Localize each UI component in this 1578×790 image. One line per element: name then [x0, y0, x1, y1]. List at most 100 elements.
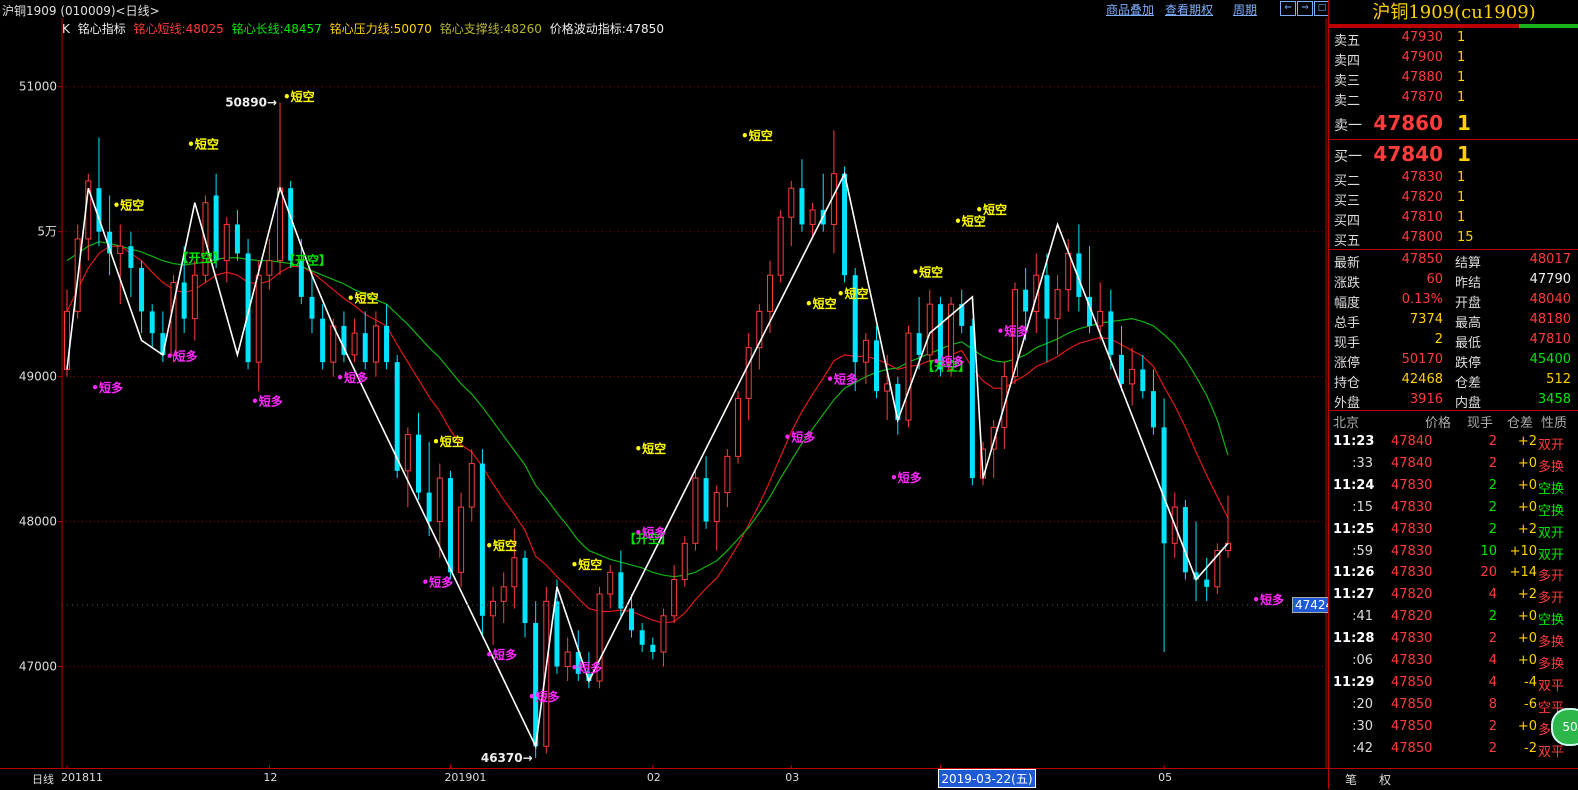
float-bubble[interactable]: 50 — [1551, 708, 1578, 746]
quote-label: 仓差 — [1455, 376, 1482, 391]
bid-row[interactable]: 买三 47820 1 — [1329, 190, 1578, 210]
quote-value: 60 — [1426, 272, 1443, 287]
quote-value: 0.13% — [1401, 292, 1443, 307]
candle-body-down — [149, 311, 155, 334]
bid-row[interactable]: 买四 47810 1 — [1329, 210, 1578, 230]
ask-row-best[interactable]: 卖一 47860 1 — [1329, 111, 1578, 135]
tick-oi-change: +10 — [1509, 543, 1537, 559]
ask-row[interactable]: 卖三 47880 1 — [1329, 70, 1578, 90]
x-axis-tick-label: 02 — [646, 771, 661, 784]
tick-price: 47820 — [1391, 587, 1433, 603]
tick-row[interactable]: :30478502+0多换 — [1329, 719, 1578, 741]
candle-body-down — [1118, 354, 1124, 384]
candle-body-down — [629, 608, 635, 631]
tick-qty: 10 — [1480, 543, 1497, 559]
candle-body-up — [1097, 310, 1104, 327]
tick-row[interactable]: :42 47850 2 -2 双平 — [1329, 741, 1578, 763]
tick-row[interactable]: 11:24 47830 2 +0 空换 — [1329, 478, 1578, 500]
signal-annotation: •短多 — [166, 348, 198, 363]
candle-body-up — [266, 260, 273, 276]
candle-body-up — [436, 477, 443, 523]
candle-body-up — [692, 477, 699, 544]
candle-body-down — [703, 478, 709, 522]
tick-price: 47830 — [1391, 499, 1433, 515]
candle-body-up — [1054, 289, 1061, 320]
quote-value: 48180 — [1529, 312, 1571, 327]
tick-row[interactable]: 11:28 47830 2 +0 多换 — [1329, 631, 1578, 653]
tick-row[interactable]: :06 47830 4 +0 多换 — [1329, 653, 1578, 675]
candlestick-chart[interactable]: 510005万490004800047000•短空•短空•短空•短多•短多•短多… — [0, 0, 1328, 789]
signal-annotation: •短多 — [784, 430, 816, 445]
tick-nature: 双开 — [1538, 525, 1565, 541]
tick-price: 47820 — [1391, 609, 1433, 625]
tick-row[interactable]: :15 47830 2 +0 空换 — [1329, 500, 1578, 522]
x-axis-tick-label: 201811 — [61, 771, 103, 784]
candle-body-up — [511, 557, 518, 588]
tick-row[interactable]: :33 47840 2 +0 多换 — [1329, 456, 1578, 478]
tick-row[interactable]: 11:27 47820 4 +2 多开 — [1329, 587, 1578, 609]
indicator-short-line: 铭心短线:48025 — [133, 22, 224, 36]
bid-row[interactable]: 买五 47800 15 — [1329, 230, 1578, 250]
tick-nature: 空换 — [1538, 503, 1565, 519]
tick-row[interactable]: 11:26 47830 20 +14 多开 — [1329, 565, 1578, 587]
quote-row: 最新 47850 结算 48017 — [1329, 252, 1578, 272]
tick-oi-change: +0 — [1517, 477, 1537, 493]
bid-volume: 1 — [1457, 142, 1471, 166]
tick-time: :30 — [1352, 718, 1373, 734]
tick-qty: 20 — [1480, 565, 1497, 581]
candle-body-down — [320, 318, 326, 363]
quote-label: 最新 — [1334, 256, 1361, 271]
tick-oi-change: +0 — [1517, 631, 1537, 647]
tick-row[interactable]: 11:29 47850 4 -4 双平 — [1329, 675, 1578, 697]
period-link[interactable]: 周期 — [1233, 1, 1257, 18]
bid-row[interactable]: 买二 47830 1 — [1329, 170, 1578, 190]
quote-row: 总手 7374 最高 48180 — [1329, 312, 1578, 332]
candle-body-down — [426, 492, 432, 522]
tick-row[interactable]: :59 47830 10 +10 双开 — [1329, 544, 1578, 566]
tick-nature: 多开 — [1538, 569, 1565, 585]
indicator-support: 铭心支撑线:48260 — [439, 22, 542, 36]
bid-row-best[interactable]: 买一 47840 1 — [1329, 142, 1578, 166]
candle-body-up — [777, 216, 784, 276]
candle-body-up — [351, 332, 358, 356]
bid-label: 买三 — [1334, 194, 1361, 209]
next-icon[interactable]: ⇒ — [1297, 1, 1313, 16]
tick-oi-change: +0 — [1517, 499, 1537, 515]
candle-body-down — [309, 296, 315, 319]
candle-body-down — [650, 644, 656, 653]
tick-price: 47830 — [1391, 521, 1433, 537]
ask-row[interactable]: 卖四 47900 1 — [1329, 50, 1578, 70]
ask-volume: 1 — [1457, 30, 1466, 45]
tick-row[interactable]: :41 47820 2 +0 空换 — [1329, 609, 1578, 631]
tick-qty: 4 — [1488, 674, 1497, 690]
ask-row[interactable]: 卖二 47870 1 — [1329, 90, 1578, 110]
candle-body-down — [799, 188, 805, 225]
tab-ticks[interactable]: 笔 — [1345, 771, 1357, 788]
view-options-link[interactable]: 查看期权 — [1165, 1, 1213, 18]
tick-time: 11:27 — [1333, 587, 1375, 603]
tick-price: 47830 — [1391, 631, 1433, 647]
signal-annotation: •短空 — [975, 202, 1007, 217]
tick-nature: 双开 — [1538, 547, 1565, 563]
candle-body-down — [522, 557, 528, 624]
restore-icon[interactable]: ⇐ — [1280, 1, 1296, 16]
tick-time: 11:29 — [1333, 674, 1375, 690]
tick-qty: 4 — [1488, 653, 1497, 668]
bid-label: 买四 — [1334, 214, 1361, 229]
zigzag-line — [66, 171, 1229, 750]
divider — [1329, 139, 1578, 140]
quote-label: 最高 — [1455, 316, 1482, 331]
tick-row[interactable]: 11:23 47840 2 +2 双开 — [1329, 434, 1578, 456]
bid-price: 47820 — [1401, 190, 1443, 205]
quote-value: 48017 — [1529, 252, 1571, 267]
tick-row[interactable]: 11:25 47830 2 +2 双开 — [1329, 522, 1578, 544]
ask-row[interactable]: 卖五 47930 1 — [1329, 30, 1578, 50]
candle-body-down — [1140, 369, 1146, 392]
tick-time: 11:23 — [1333, 434, 1375, 449]
commodity-overlay-link[interactable]: 商品叠加 — [1106, 1, 1154, 18]
tab-rights[interactable]: 权 — [1379, 771, 1391, 788]
tick-row[interactable]: :20 47850 8 -6 空平 — [1329, 697, 1578, 719]
tick-price: 47830 — [1391, 477, 1433, 493]
indicator-resistance: 铭心压力线:50070 — [329, 22, 432, 36]
tick-nature: 多换 — [1538, 635, 1565, 651]
